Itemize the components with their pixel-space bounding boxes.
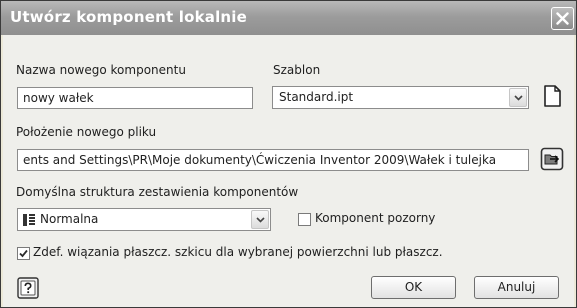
template-dropdown-button[interactable]	[509, 88, 527, 107]
bom-structure-label: Domyślna struktura zestawienia komponent…	[16, 185, 299, 199]
component-name-input[interactable]: nowy wałek	[17, 87, 253, 109]
cancel-button[interactable]: Anuluj	[474, 276, 559, 299]
close-button[interactable]	[551, 7, 574, 30]
create-in-place-dialog: Utwórz komponent lokalnie Nazwa nowego k…	[0, 0, 577, 308]
sketch-constraint-checkbox[interactable]	[17, 247, 30, 260]
check-icon	[19, 249, 28, 258]
browse-folder-icon	[540, 147, 564, 171]
dialog-body: Nazwa nowego komponentu nowy wałek Szabl…	[3, 35, 574, 307]
chevron-down-icon	[256, 217, 265, 223]
new-template-icon	[544, 85, 561, 107]
sketch-constraint-label[interactable]: Zdef. wiązania płaszcz. szkicu dla wybra…	[33, 245, 443, 259]
file-location-input[interactable]: ents and Settings\PR\Moje dokumenty\Ćwic…	[17, 149, 529, 171]
help-button[interactable]	[17, 277, 39, 299]
bom-structure-value: Normalna	[40, 212, 99, 226]
title-bar: Utwórz komponent lokalnie	[1, 1, 576, 35]
help-icon	[17, 277, 39, 299]
dialog-title: Utwórz komponent lokalnie	[10, 8, 248, 26]
close-icon	[556, 12, 569, 25]
virtual-component-label[interactable]: Komponent pozorny	[315, 211, 435, 225]
component-name-label: Nazwa nowego komponentu	[16, 63, 186, 77]
ok-button[interactable]: OK	[371, 276, 456, 299]
new-template-button[interactable]	[540, 84, 564, 108]
template-value: Standard.ipt	[279, 90, 354, 104]
file-location-label: Położenie nowego pliku	[16, 125, 157, 139]
browse-button[interactable]	[540, 147, 564, 171]
bom-structure-select[interactable]: Normalna	[17, 208, 271, 231]
template-select[interactable]: Standard.ipt	[272, 86, 529, 109]
chevron-down-icon	[514, 95, 523, 101]
bom-structure-icon	[23, 214, 35, 226]
bom-structure-dropdown-button[interactable]	[251, 210, 269, 229]
virtual-component-checkbox[interactable]	[298, 213, 311, 226]
template-label: Szablon	[273, 63, 321, 77]
